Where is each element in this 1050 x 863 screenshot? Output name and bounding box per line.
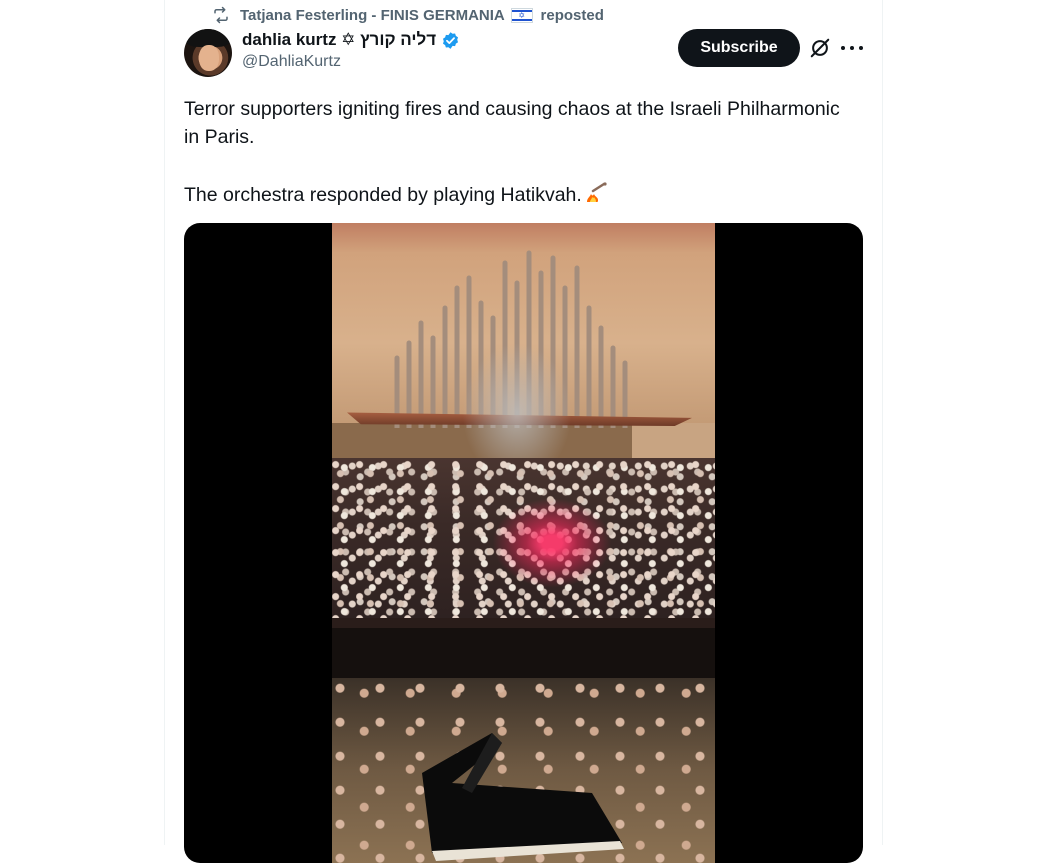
video-thumbnail[interactable] [332, 223, 715, 863]
author-block: dahlia kurtz ✡ דליה קורץ @DahliaKurtz [242, 29, 460, 71]
repost-icon [212, 6, 230, 24]
repost-context[interactable]: Tatjana Festerling - FINIS GERMANIA ✡ re… [212, 5, 604, 25]
author-handle[interactable]: @DahliaKurtz [242, 53, 460, 71]
avatar[interactable] [184, 29, 232, 77]
tweet-text: Terror supporters igniting fires and cau… [184, 95, 844, 209]
musical-note-fire-emoji [584, 182, 608, 204]
repost-suffix: reposted [540, 6, 604, 24]
tweet-line-1: Terror supporters igniting fires and cau… [184, 98, 840, 148]
tweet-line-2: The orchestra responded by playing Hatik… [184, 184, 582, 206]
grok-icon[interactable] [809, 37, 831, 59]
video-player[interactable] [184, 223, 863, 863]
author-display-name[interactable]: dahlia kurtz ✡ דליה קורץ [242, 30, 436, 50]
more-icon[interactable] [841, 38, 863, 58]
israel-flag-icon: ✡ [511, 8, 534, 24]
subscribe-button[interactable]: Subscribe [678, 29, 800, 67]
repost-user-name[interactable]: Tatjana Festerling - FINIS GERMANIA [240, 7, 504, 24]
verified-badge-icon[interactable] [441, 31, 460, 50]
author-name-row[interactable]: dahlia kurtz ✡ דליה קורץ [242, 29, 460, 51]
